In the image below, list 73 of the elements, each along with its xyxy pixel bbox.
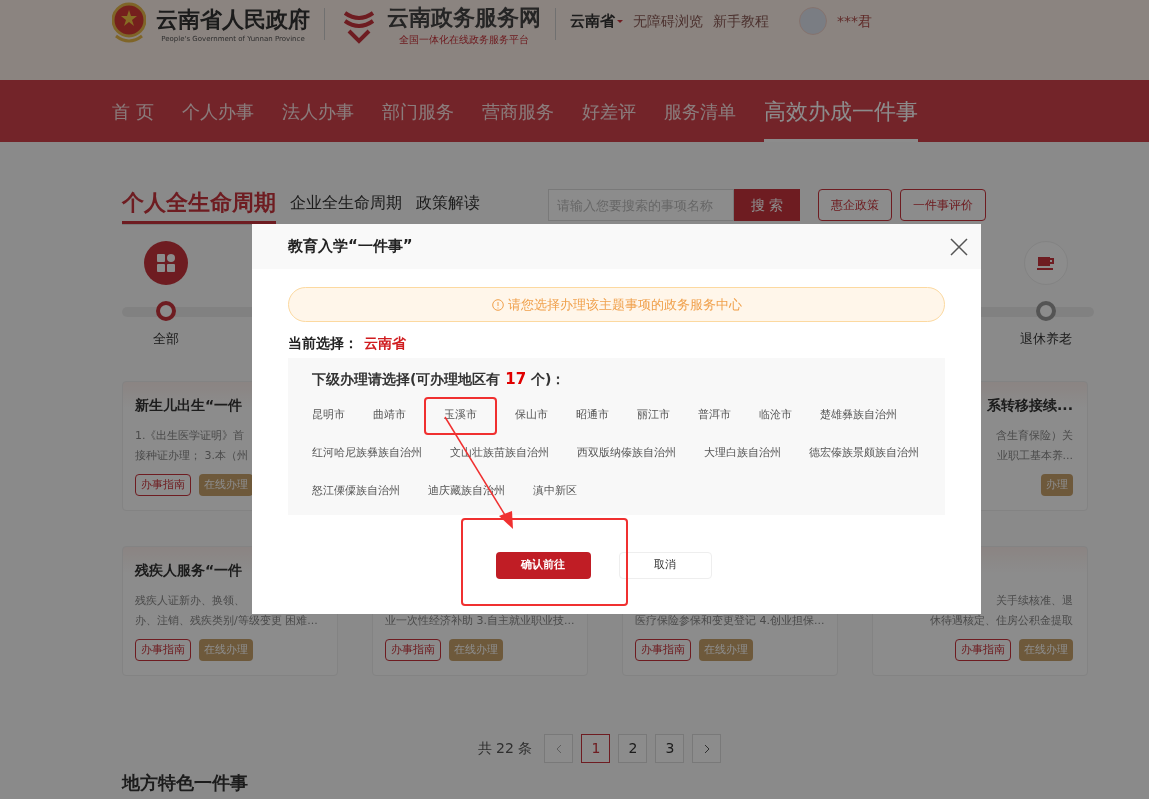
page-button[interactable]: 2 [618,734,648,763]
nav-item[interactable]: 好差评 [581,80,636,142]
region-heading: 下级办理请选择(可办理地区有 17 个)： [312,369,567,390]
section-tab[interactable]: 企业全生命周期 [290,191,402,224]
chevron-left-icon [554,743,563,754]
region-option[interactable]: 临沧市 [749,396,802,435]
category-label[interactable]: 退休养老 [1020,329,1072,349]
user-name[interactable]: ***君 [837,10,872,32]
card-description: 含生育保险）关 [996,428,1073,444]
policy-button[interactable]: 惠企政策 [818,189,892,221]
search-button[interactable]: 搜 索 [734,189,800,221]
guide-button[interactable]: 办事指南 [135,474,191,496]
region-option[interactable]: 怒江傈僳族自治州 [302,472,410,511]
online-button[interactable]: 在线办理 [199,474,253,496]
portal-name: 云南政务服务网 [387,4,541,32]
guide-button[interactable]: 办事指南 [135,639,191,661]
region-option[interactable]: 普洱市 [688,396,741,435]
info-icon [491,298,504,311]
region-option[interactable]: 曲靖市 [363,396,416,435]
current-selection-label: 当前选择： [288,333,358,353]
government-name: 云南省人民政府 [156,5,310,34]
category-cup-icon[interactable] [1024,241,1068,285]
region-option[interactable]: 保山市 [505,396,558,435]
region-option[interactable]: 德宏傣族景颇族自治州 [799,434,929,473]
region-option[interactable]: 昆明市 [302,396,355,435]
region-option[interactable]: 丽江市 [627,396,680,435]
region-option[interactable]: 大理白族自治州 [694,434,791,473]
page-button[interactable]: 3 [655,734,685,763]
card-title: 系转移接续... [987,396,1073,415]
page-button[interactable]: 1 [581,734,611,763]
section-title: 地方特色一件事 [122,773,249,793]
header-link[interactable]: 无障碍浏览 [633,10,703,32]
guide-button[interactable]: 办事指南 [955,639,1011,661]
region-selector[interactable]: 云南省 [570,9,623,33]
region-option[interactable]: 楚雄彝族自治州 [810,396,907,435]
card-description: 休待遇核定、住房公积金提取 [930,613,1073,629]
nav-item[interactable]: 服务清单 [663,80,736,142]
category-label[interactable]: 全部 [153,329,179,349]
online-button[interactable]: 在线办理 [449,639,503,661]
region-option[interactable]: 红河哈尼族彝族自治州 [302,434,432,473]
notice-text: 请您选择办理该主题事项的政务服务中心 [507,295,742,314]
card-title: 新生儿出生“一件 [135,396,243,415]
online-button[interactable]: 办理 [1041,474,1073,496]
cancel-button[interactable]: 取消 [618,552,712,579]
region-option[interactable]: 昭通市 [566,396,619,435]
nav-item[interactable]: 营商服务 [481,80,554,142]
nav-item[interactable]: 高效办成一件事 [763,80,918,142]
online-button[interactable]: 在线办理 [699,639,753,661]
region-option[interactable]: 滇中新区 [523,472,587,511]
nav-item[interactable]: 法人办事 [281,80,354,142]
portal-slogan: 全国一体化在线政务服务平台 [398,33,530,47]
region-option[interactable]: 玉溪市 [424,396,497,435]
total-count: 共 22 条 [477,739,533,758]
section-tab[interactable]: 政策解读 [416,191,480,224]
policy-button[interactable]: 一件事评价 [900,189,986,221]
nav-item[interactable]: 首 页 [112,80,154,142]
header-link[interactable]: 新手教程 [713,10,769,32]
nav-item[interactable]: 部门服务 [381,80,454,142]
card-title: 残疾人服务“一件 [135,561,243,580]
card-description: 关手续核准、退 [996,593,1073,609]
caret-icon [617,19,623,23]
region-option[interactable]: 西双版纳傣族自治州 [567,434,686,473]
nav-item[interactable]: 个人办事 [181,80,254,142]
close-icon[interactable] [949,236,969,257]
confirm-button[interactable]: 确认前往 [495,552,591,579]
current-selection-value: 云南省 [364,333,406,353]
guide-button[interactable]: 办事指南 [385,639,441,661]
online-button[interactable]: 在线办理 [1019,639,1073,661]
dialog-title: 教育入学“一件事” [288,236,413,258]
category-grid-icon[interactable] [144,241,188,285]
guide-button[interactable]: 办事指南 [635,639,691,661]
online-button[interactable]: 在线办理 [199,639,253,661]
chevron-right-icon [702,743,711,754]
